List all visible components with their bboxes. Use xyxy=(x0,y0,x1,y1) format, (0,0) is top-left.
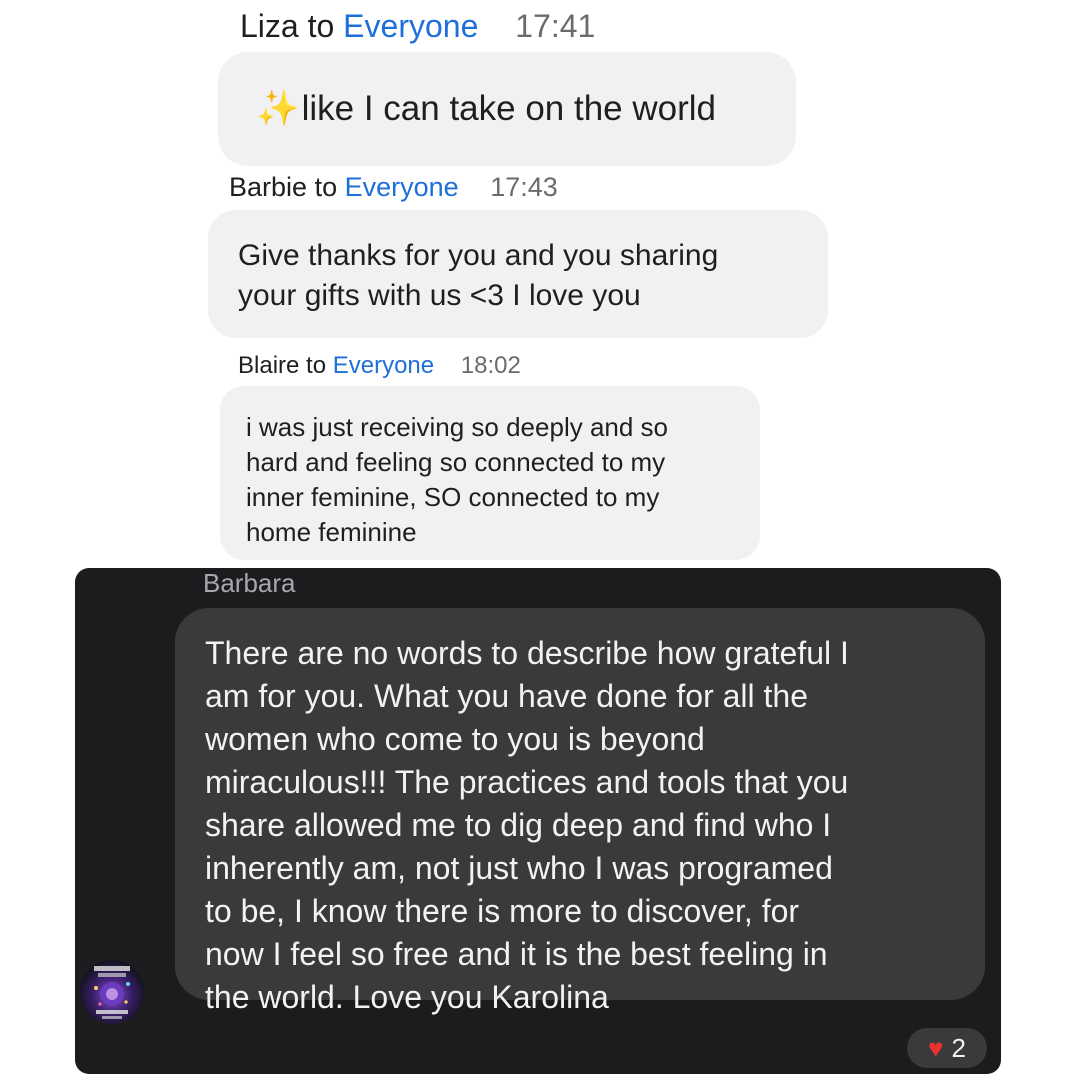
message-header-liza: Liza to Everyone 17:41 xyxy=(240,8,595,45)
message-bubble-liza: ✨like I can take on the world xyxy=(218,52,796,166)
message-header-blaire: Blaire to Everyone 18:02 xyxy=(238,352,521,380)
message-header-barbie: Barbie to Everyone 17:43 xyxy=(229,172,558,203)
avatar-image xyxy=(94,966,130,1019)
timestamp: 17:41 xyxy=(515,8,596,44)
message-bubble-blaire: i was just receiving so deeply and so ha… xyxy=(220,386,760,560)
heart-icon: ♥ xyxy=(928,1033,944,1063)
avatar[interactable] xyxy=(80,960,144,1024)
to-label: to xyxy=(306,352,327,379)
recipient-link[interactable]: Everyone xyxy=(333,352,434,379)
message-text: There are no words to describe how grate… xyxy=(205,635,849,1015)
reaction-count: 2 xyxy=(951,1032,966,1063)
timestamp: 17:43 xyxy=(490,172,558,202)
sender-name: Barbara xyxy=(203,568,296,598)
recipient-link[interactable]: Everyone xyxy=(345,172,459,202)
sender-name: Liza xyxy=(240,8,299,44)
dark-chat-panel: Barbara There are no words to describe h… xyxy=(75,568,1001,1074)
message-text: like I can take on the world xyxy=(301,89,716,128)
sender-name: Blaire xyxy=(238,352,300,379)
to-label: to xyxy=(307,8,335,44)
recipient-link[interactable]: Everyone xyxy=(343,8,478,44)
message-text: i was just receiving so deeply and so ha… xyxy=(246,412,669,547)
timestamp: 18:02 xyxy=(460,352,521,379)
message-bubble-barbara[interactable]: There are no words to describe how grate… xyxy=(175,608,985,1015)
to-label: to xyxy=(314,172,338,202)
reaction-badge[interactable]: ♥ 2 xyxy=(907,1028,987,1068)
message-text: Give thanks for you and you sharing your… xyxy=(238,239,719,312)
sender-name: Barbie xyxy=(229,172,308,202)
message-bubble-barbie: Give thanks for you and you sharing your… xyxy=(208,210,828,338)
sparkles-icon: ✨ xyxy=(256,89,300,128)
